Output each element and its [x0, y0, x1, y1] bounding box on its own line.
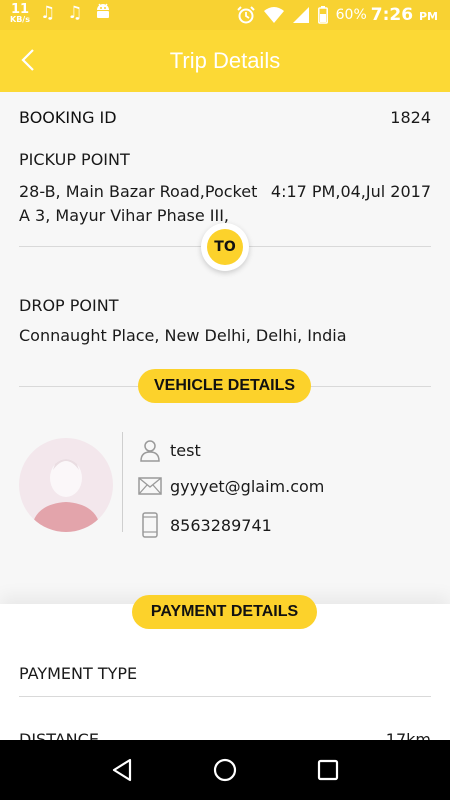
- contact-name: test: [170, 440, 201, 460]
- circle-home-icon: [213, 758, 237, 782]
- navigation-bar: [0, 740, 450, 800]
- nav-back-button[interactable]: [102, 750, 142, 790]
- android-debug-icon: [94, 2, 112, 24]
- payment-details-pill: PAYMENT DETAILS: [132, 595, 317, 629]
- triangle-back-icon: [112, 758, 131, 782]
- clock-time: 7:26: [370, 5, 414, 25]
- distance-label: DISTANCE: [19, 730, 99, 740]
- booking-row: BOOKING ID 1824: [19, 108, 431, 127]
- page-title: Trip Details: [169, 48, 281, 73]
- vertical-separator: [122, 432, 123, 532]
- distance-value: 17km: [385, 730, 431, 740]
- clock: 7:26 PM: [371, 5, 438, 25]
- pickup-point-row: 28-B, Main Bazar Road,Pocket A 3, Mayur …: [19, 180, 431, 228]
- square-recents-icon: [318, 759, 339, 781]
- phone-icon: [142, 512, 158, 538]
- nav-home-button[interactable]: [205, 750, 245, 790]
- status-bar-right: 60% 7:26 PM: [236, 5, 438, 25]
- network-speed-value: 11: [10, 1, 30, 17]
- network-speed-unit: KB/s: [10, 14, 30, 24]
- payment-type-label: PAYMENT TYPE: [19, 664, 138, 683]
- nav-recents-button[interactable]: [308, 750, 348, 790]
- to-badge-label: TO: [207, 229, 243, 265]
- drop-point-label: DROP POINT: [19, 296, 119, 315]
- distance-row: DISTANCE 17km: [19, 730, 431, 740]
- contact-phone: 8563289741: [170, 515, 272, 535]
- trip-details-content[interactable]: BOOKING ID 1824 PICKUP POINT 28-B, Main …: [0, 92, 450, 740]
- user-icon: [140, 440, 160, 462]
- vehicle-contact-name: test: [138, 438, 201, 462]
- app-bar: Trip Details: [0, 30, 450, 92]
- to-badge: TO: [201, 223, 249, 271]
- status-bar-left: 11 KB/s ♫ ♫: [10, 2, 112, 24]
- person-silhouette-icon: [31, 459, 101, 532]
- network-speed: 11 KB/s: [10, 3, 30, 24]
- booking-id-label: BOOKING ID: [19, 108, 117, 127]
- alarm-icon: [236, 6, 255, 24]
- vehicle-contact-email: gyyyet@glaim.com: [138, 476, 324, 496]
- signal-icon: [292, 7, 309, 23]
- pickup-datetime: 4:17 PM,04,Jul 2017: [270, 182, 431, 201]
- booking-id-value: 1824: [390, 108, 431, 127]
- clock-ampm: PM: [418, 10, 438, 23]
- drop-point-address: Connaught Place, New Delhi, Delhi, India: [19, 326, 347, 345]
- mail-icon: [138, 477, 162, 495]
- status-bar: 11 KB/s ♫ ♫ 60% 7:26 PM: [0, 0, 450, 30]
- battery-icon: [317, 6, 328, 24]
- vehicle-contact-phone: 8563289741: [138, 512, 272, 538]
- pickup-point-label: PICKUP POINT: [19, 150, 130, 169]
- music-note-icon: ♫: [67, 3, 83, 23]
- contact-email: gyyyet@glaim.com: [170, 476, 325, 496]
- avatar: [19, 438, 113, 532]
- wifi-icon: [263, 7, 284, 23]
- music-note-icon: ♫: [39, 3, 56, 23]
- vehicle-details-pill: VEHICLE DETAILS: [138, 369, 311, 403]
- divider: [19, 696, 431, 697]
- battery-percent: 60%: [335, 7, 367, 23]
